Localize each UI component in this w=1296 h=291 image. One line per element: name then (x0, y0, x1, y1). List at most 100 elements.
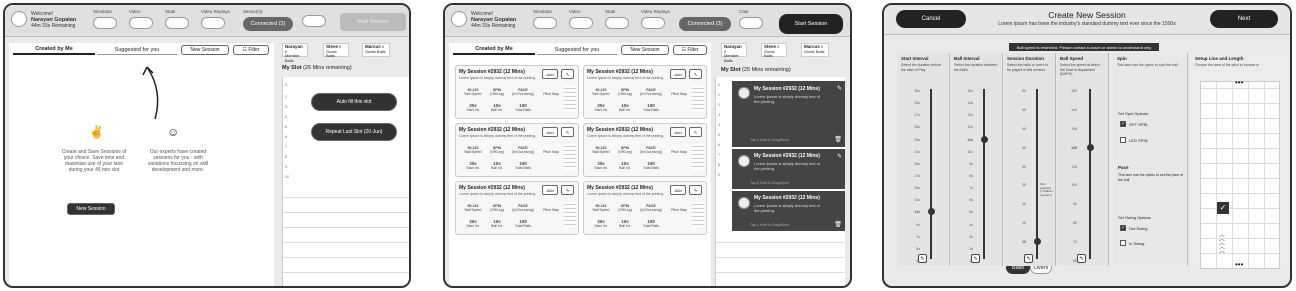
delete-icon[interactable]: 🗑 (834, 136, 842, 143)
tab-created-by-me[interactable]: Created by Me (13, 45, 95, 55)
repeat-last-slot-button[interactable]: Repeat Last Slot (20-Jun) (311, 123, 397, 141)
out-swing-checkbox[interactable]: ✓ (1120, 225, 1126, 231)
tab-created-by-me[interactable]: Created by Me (453, 45, 535, 55)
slider-track[interactable] (983, 89, 985, 259)
edit-button[interactable]: ✎ (971, 254, 980, 263)
slider-knob[interactable] (980, 135, 988, 143)
toggle-video[interactable]: Video (569, 9, 593, 29)
edit-button[interactable]: ✎ (1024, 254, 1033, 263)
delete-icon[interactable]: 🗑 (834, 221, 842, 228)
tab-suggested[interactable]: Suggested for you (97, 45, 177, 55)
stat-item: 100 Total Balls (512, 161, 534, 170)
toggle-stats[interactable]: Stats (605, 9, 629, 29)
toggle-switch[interactable] (605, 17, 629, 29)
slider-knob[interactable] (1086, 143, 1094, 151)
session-card[interactable]: My Session #2932 (12 Mins) Lorem Ipsum is… (455, 181, 579, 235)
selected-cell-check-icon[interactable]: ✓ (1217, 202, 1229, 214)
pitch-map[interactable]: ••• ✓ ︿ ︿ ︿ ︿ ︿ ••• (1200, 78, 1280, 269)
start-session-button[interactable]: Start Session (779, 14, 843, 34)
toggle-switch[interactable] (533, 17, 557, 29)
edit-button[interactable]: ✎ (689, 185, 702, 195)
edit-button[interactable]: ✎ (689, 127, 702, 137)
toggle-switch[interactable] (165, 17, 189, 29)
toggle-switch[interactable] (569, 17, 593, 29)
add-button[interactable]: Add (542, 127, 558, 137)
edit-button[interactable]: ✎ (561, 185, 574, 195)
toggle-switch[interactable] (129, 17, 153, 29)
filter-button[interactable]: ☷ Filter (673, 45, 707, 55)
new-session-button[interactable]: New Session (621, 45, 669, 55)
stat-label: (Off/Leg) (490, 208, 504, 212)
in-swing-checkbox[interactable] (1120, 240, 1126, 246)
new-session-cta[interactable]: New Session (67, 203, 115, 215)
toggle-cast[interactable] (302, 13, 326, 27)
connected-badge[interactable]: Connected (3) (243, 17, 293, 31)
slider-track[interactable] (1089, 89, 1091, 259)
tab-suggested[interactable]: Suggested for you (537, 45, 617, 55)
toggle-video-replays[interactable]: Video Replays (201, 9, 230, 29)
toggle-simulator[interactable]: Simulator (533, 9, 557, 29)
session-desc: Lorem Ipsum is simply dummy text of the … (459, 134, 537, 138)
edit-button[interactable]: ✎ (689, 69, 702, 79)
toggle-cast[interactable]: Cast (739, 9, 763, 29)
slider-track[interactable] (1036, 89, 1038, 259)
more-down-icon[interactable]: ••• (1235, 260, 1243, 269)
connected-badge[interactable]: Connected (3) (679, 17, 731, 31)
slot-number: 5 (718, 133, 720, 137)
scheduled-session[interactable]: My Session #2932 (12 Mins) Lorem Ipsum i… (732, 149, 845, 189)
new-session-button[interactable]: New Session (181, 45, 229, 55)
player-chip[interactable]: Marcus 0 Guest Balls (362, 43, 390, 57)
add-button[interactable]: Add (542, 185, 558, 195)
edit-button[interactable]: ✎ (561, 69, 574, 79)
column-desc: Select the duration between two balls (954, 63, 998, 72)
slider-track[interactable] (930, 89, 932, 259)
player-chip[interactable]: Narayan 0 Member Balls (721, 43, 747, 62)
player-chip[interactable]: Steve 0 Guest Balls (761, 43, 787, 58)
next-button[interactable]: Next (1210, 10, 1278, 28)
off-spin-checkbox[interactable]: ✓ (1120, 121, 1126, 127)
toggle-sensors[interactable]: Sensor(s) (243, 9, 263, 15)
edit-button[interactable]: ✎ (918, 254, 927, 263)
toggle-switch[interactable] (739, 17, 763, 29)
player-chip[interactable]: Marcus 0 Guest Balls (801, 43, 829, 57)
toggle-stats[interactable]: Stats (165, 9, 189, 29)
pitch-map-column: Setup Line and Length Choose the area of… (1192, 53, 1288, 269)
stat-item: 10s Ball Int. (486, 103, 508, 112)
slider-tick: 15 (1022, 221, 1026, 226)
toggle-simulator[interactable]: Simulator (93, 9, 117, 29)
scheduled-session[interactable]: My Session #2932 (12 Mins) Lorem Ipsum i… (732, 81, 845, 147)
session-card[interactable]: My Session #2932 (12 Mins) Lorem Ipsum is… (583, 181, 707, 235)
edit-button[interactable]: ✎ (561, 127, 574, 137)
toggle-switch[interactable] (201, 17, 225, 29)
more-up-icon[interactable]: ••• (1235, 78, 1243, 87)
session-card[interactable]: My Session #2932 (12 Mins) Lorem Ipsum is… (455, 123, 579, 177)
start-session-button[interactable]: Start Session (340, 13, 406, 31)
add-button[interactable]: Add (670, 69, 686, 79)
toggle-switch[interactable] (93, 17, 117, 29)
leg-spin-checkbox[interactable] (1120, 137, 1126, 143)
session-card[interactable]: My Session #2932 (12 Mins) Lorem Ipsum is… (583, 65, 707, 119)
slot-number: 4 (285, 115, 287, 119)
scheduled-session[interactable]: My Session #2932 (12 Mins) Lorem Ipsum i… (732, 191, 845, 231)
player-chip[interactable]: Steve 0 Guest Balls (323, 43, 349, 58)
add-button[interactable]: Add (542, 69, 558, 79)
edit-icon[interactable]: ✎ (837, 153, 842, 160)
toggle-switch[interactable] (641, 17, 665, 29)
add-button[interactable]: Add (670, 127, 686, 137)
edit-icon[interactable]: ✎ (837, 85, 842, 92)
toggle-video-replays[interactable]: Video Replays (641, 9, 670, 29)
slider-knob[interactable] (927, 208, 935, 216)
player-chip[interactable]: Narayan 0 Member Balls (282, 43, 308, 62)
toggle-video[interactable]: Video (129, 9, 153, 29)
edit-button[interactable]: ✎ (1077, 254, 1086, 263)
stat-label: Start Int. (466, 108, 480, 112)
slot-number: 2 (718, 103, 720, 107)
session-card[interactable]: My Session #2932 (12 Mins) Lorem Ipsum is… (583, 123, 707, 177)
slider-knob[interactable] (1033, 238, 1041, 246)
autofill-button[interactable]: Auto fill this slot (311, 93, 397, 111)
session-card[interactable]: My Session #2932 (12 Mins) Lorem Ipsum is… (455, 65, 579, 119)
toggle-switch[interactable] (302, 15, 326, 27)
toggle-label: Stats (165, 9, 176, 14)
filter-button[interactable]: ☷ Filter (233, 45, 269, 55)
add-button[interactable]: Add (670, 185, 686, 195)
